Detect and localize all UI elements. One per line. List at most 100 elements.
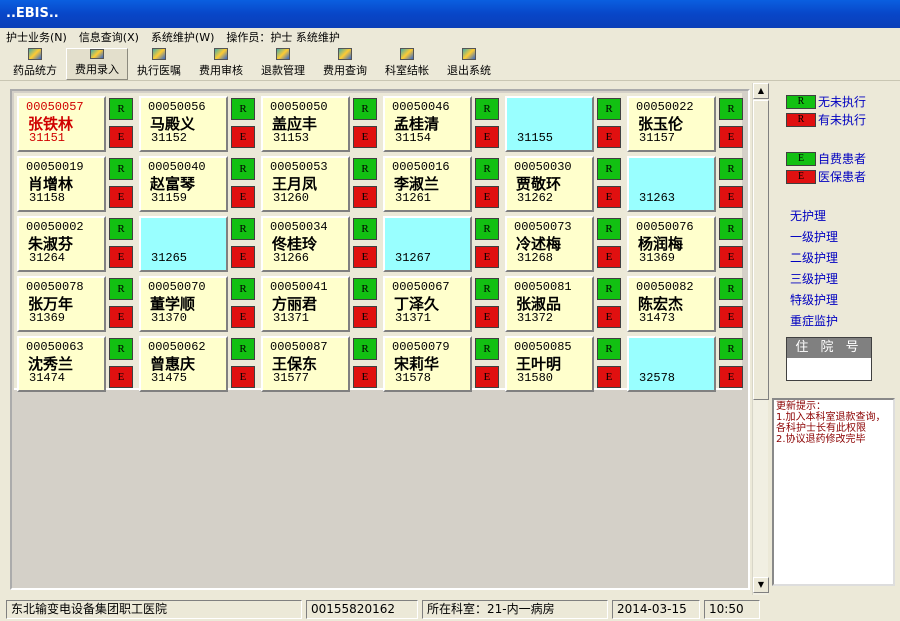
- patient-card[interactable]: 00050022 张玉伦 31157 R E: [627, 96, 745, 152]
- orders-status-button[interactable]: R: [231, 98, 255, 120]
- patient-info[interactable]: 00050016 李淑兰 31261: [383, 156, 472, 212]
- orders-status-button[interactable]: R: [353, 158, 377, 180]
- scroll-up-arrow-icon[interactable]: ▲: [753, 83, 769, 99]
- orders-status-button[interactable]: R: [109, 98, 133, 120]
- orders-status-button[interactable]: R: [109, 278, 133, 300]
- orders-status-button[interactable]: R: [353, 338, 377, 360]
- toolbar-button-6[interactable]: 科室结帐: [376, 48, 438, 80]
- patient-card[interactable]: 00050082 陈宏杰 31473 R E: [627, 276, 745, 332]
- toolbar-button-1[interactable]: 费用录入: [66, 48, 128, 80]
- patient-card[interactable]: 00050053 王月凤 31260 R E: [261, 156, 379, 212]
- payer-status-button[interactable]: E: [475, 306, 499, 328]
- toolbar-button-2[interactable]: 执行医嘱: [128, 48, 190, 80]
- menu-system-maintenance[interactable]: 系统维护(W): [145, 29, 220, 45]
- patient-card[interactable]: 00050057 张铁林 31151 R E: [17, 96, 135, 152]
- patient-card[interactable]: 00050046 孟桂清 31154 R E: [383, 96, 501, 152]
- patient-info[interactable]: 00050073 冷述梅 31268: [505, 216, 594, 272]
- patient-info[interactable]: 00050078 张万年 31369: [17, 276, 106, 332]
- payer-status-button[interactable]: E: [109, 306, 133, 328]
- patient-card[interactable]: 31263 R E: [627, 156, 745, 212]
- patient-card[interactable]: 31267 R E: [383, 216, 501, 272]
- patient-info[interactable]: 00050070 董学顺 31370: [139, 276, 228, 332]
- patient-card[interactable]: 00050056 马殿义 31152 R E: [139, 96, 257, 152]
- payer-status-button[interactable]: E: [719, 246, 743, 268]
- patient-info[interactable]: 00050067 丁泽久 31371: [383, 276, 472, 332]
- patient-card[interactable]: 00050030 贾敬环 31262 R E: [505, 156, 623, 212]
- patient-card[interactable]: 00050081 张淑品 31372 R E: [505, 276, 623, 332]
- orders-status-button[interactable]: R: [719, 158, 743, 180]
- patient-info[interactable]: 00050040 赵富琴 31159: [139, 156, 228, 212]
- patient-card[interactable]: 00050070 董学顺 31370 R E: [139, 276, 257, 332]
- payer-status-button[interactable]: E: [353, 186, 377, 208]
- orders-status-button[interactable]: R: [231, 338, 255, 360]
- patient-card[interactable]: 00050016 李淑兰 31261 R E: [383, 156, 501, 212]
- payer-status-button[interactable]: E: [719, 126, 743, 148]
- patient-info[interactable]: 00050053 王月凤 31260: [261, 156, 350, 212]
- patient-info[interactable]: 31265: [139, 216, 228, 272]
- orders-status-button[interactable]: R: [475, 158, 499, 180]
- payer-status-button[interactable]: E: [231, 186, 255, 208]
- orders-status-button[interactable]: R: [353, 98, 377, 120]
- orders-status-button[interactable]: R: [231, 218, 255, 240]
- admission-number-input[interactable]: [787, 358, 871, 380]
- patient-card[interactable]: 00050067 丁泽久 31371 R E: [383, 276, 501, 332]
- patient-info[interactable]: 00050030 贾敬环 31262: [505, 156, 594, 212]
- patient-card[interactable]: 00050063 沈秀兰 31474 R E: [17, 336, 135, 392]
- payer-status-button[interactable]: E: [231, 306, 255, 328]
- payer-status-button[interactable]: E: [719, 186, 743, 208]
- toolbar-button-0[interactable]: 药品统方: [4, 48, 66, 80]
- patient-info[interactable]: 31267: [383, 216, 472, 272]
- toolbar-button-4[interactable]: 退款管理: [252, 48, 314, 80]
- patient-card[interactable]: 00050078 张万年 31369 R E: [17, 276, 135, 332]
- orders-status-button[interactable]: R: [597, 158, 621, 180]
- orders-status-button[interactable]: R: [353, 218, 377, 240]
- patient-info[interactable]: 00050081 张淑品 31372: [505, 276, 594, 332]
- patient-info[interactable]: 00050050 盖应丰 31153: [261, 96, 350, 152]
- patient-card[interactable]: 00050019 肖增林 31158 R E: [17, 156, 135, 212]
- payer-status-button[interactable]: E: [475, 186, 499, 208]
- patient-info[interactable]: 00050087 王保东 31577: [261, 336, 350, 392]
- patient-card[interactable]: 31265 R E: [139, 216, 257, 272]
- patient-info[interactable]: 00050019 肖增林 31158: [17, 156, 106, 212]
- patient-info[interactable]: 00050057 张铁林 31151: [17, 96, 106, 152]
- patient-card[interactable]: 00050041 方丽君 31371 R E: [261, 276, 379, 332]
- patient-card[interactable]: 32578 R E: [627, 336, 745, 392]
- patient-card[interactable]: 00050073 冷述梅 31268 R E: [505, 216, 623, 272]
- patient-info[interactable]: 00050034 佟桂玲 31266: [261, 216, 350, 272]
- payer-status-button[interactable]: E: [109, 126, 133, 148]
- orders-status-button[interactable]: R: [597, 218, 621, 240]
- patient-info[interactable]: 00050022 张玉伦 31157: [627, 96, 716, 152]
- payer-status-button[interactable]: E: [353, 366, 377, 388]
- orders-status-button[interactable]: R: [475, 338, 499, 360]
- payer-status-button[interactable]: E: [353, 126, 377, 148]
- patient-info[interactable]: 31155: [505, 96, 594, 152]
- patient-info[interactable]: 00050041 方丽君 31371: [261, 276, 350, 332]
- payer-status-button[interactable]: E: [475, 366, 499, 388]
- orders-status-button[interactable]: R: [353, 278, 377, 300]
- orders-status-button[interactable]: R: [475, 278, 499, 300]
- payer-status-button[interactable]: E: [719, 306, 743, 328]
- payer-status-button[interactable]: E: [231, 366, 255, 388]
- patient-card[interactable]: 00050062 曾惠庆 31475 R E: [139, 336, 257, 392]
- patient-card[interactable]: 00050002 朱淑芬 31264 R E: [17, 216, 135, 272]
- payer-status-button[interactable]: E: [597, 126, 621, 148]
- payer-status-button[interactable]: E: [231, 126, 255, 148]
- patient-card[interactable]: 00050040 赵富琴 31159 R E: [139, 156, 257, 212]
- payer-status-button[interactable]: E: [719, 366, 743, 388]
- patient-card[interactable]: 00050079 宋莉华 31578 R E: [383, 336, 501, 392]
- toolbar-button-5[interactable]: 费用查询: [314, 48, 376, 80]
- patient-info[interactable]: 00050085 王叶明 31580: [505, 336, 594, 392]
- payer-status-button[interactable]: E: [597, 246, 621, 268]
- patient-card[interactable]: 00050085 王叶明 31580 R E: [505, 336, 623, 392]
- scrollbar-thumb[interactable]: [753, 100, 769, 400]
- patient-info[interactable]: 00050076 杨润梅 31369: [627, 216, 716, 272]
- orders-status-button[interactable]: R: [475, 98, 499, 120]
- payer-status-button[interactable]: E: [353, 306, 377, 328]
- payer-status-button[interactable]: E: [597, 306, 621, 328]
- payer-status-button[interactable]: E: [475, 246, 499, 268]
- patient-info[interactable]: 00050046 孟桂清 31154: [383, 96, 472, 152]
- payer-status-button[interactable]: E: [597, 366, 621, 388]
- payer-status-button[interactable]: E: [475, 126, 499, 148]
- payer-status-button[interactable]: E: [109, 186, 133, 208]
- payer-status-button[interactable]: E: [109, 246, 133, 268]
